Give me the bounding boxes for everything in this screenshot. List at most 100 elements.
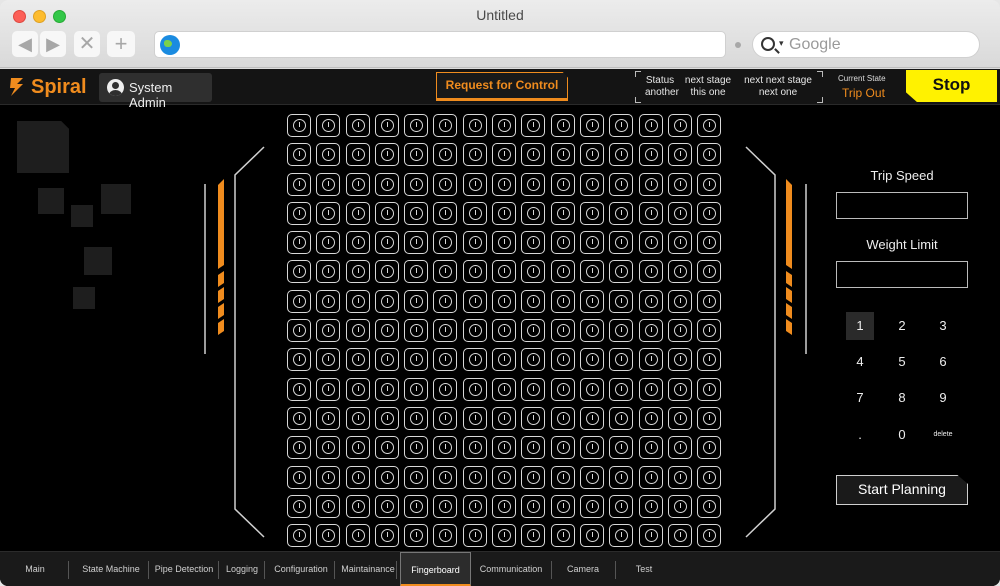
fingerboard-slot[interactable] — [462, 377, 487, 401]
fingerboard-slot[interactable] — [579, 406, 604, 430]
fingerboard-slot[interactable] — [492, 201, 517, 225]
fingerboard-slot[interactable] — [404, 494, 429, 518]
stop-button[interactable]: Stop — [906, 70, 997, 102]
fingerboard-slot[interactable] — [462, 172, 487, 196]
fingerboard-slot[interactable] — [374, 114, 399, 137]
fingerboard-slot[interactable] — [462, 494, 487, 518]
fingerboard-slot[interactable] — [462, 436, 487, 460]
fingerboard-slot[interactable] — [462, 406, 487, 430]
fingerboard-slot[interactable] — [345, 201, 370, 225]
fingerboard-slot[interactable] — [521, 172, 546, 196]
fingerboard-slot[interactable] — [550, 231, 575, 255]
keypad-key[interactable]: 6 — [929, 348, 957, 376]
fingerboard-slot[interactable] — [345, 465, 370, 489]
fingerboard-slot[interactable] — [316, 319, 341, 343]
fingerboard-slot[interactable] — [609, 114, 634, 137]
fingerboard-slot[interactable] — [345, 406, 370, 430]
fingerboard-slot[interactable] — [697, 289, 722, 313]
fingerboard-slot[interactable] — [287, 377, 311, 401]
fingerboard-slot[interactable] — [374, 494, 399, 518]
forward-button[interactable]: ▶ — [40, 31, 66, 57]
fingerboard-slot[interactable] — [345, 231, 370, 255]
address-bar[interactable] — [154, 31, 726, 58]
fingerboard-slot[interactable] — [287, 406, 311, 430]
fingerboard-slot[interactable] — [404, 172, 429, 196]
fingerboard-slot[interactable] — [550, 436, 575, 460]
fingerboard-slot[interactable] — [345, 319, 370, 343]
weight-limit-input[interactable] — [836, 261, 968, 288]
new-tab-button[interactable]: + — [107, 31, 135, 57]
fingerboard-slot[interactable] — [492, 260, 517, 284]
fingerboard-slot[interactable] — [521, 289, 546, 313]
fingerboard-slot[interactable] — [345, 114, 370, 137]
tab-configuration[interactable]: Configuration — [266, 552, 336, 586]
fingerboard-slot[interactable] — [433, 231, 458, 255]
tab-maintainance[interactable]: Maintainance — [338, 552, 398, 586]
fingerboard-slot[interactable] — [404, 348, 429, 372]
keypad-key[interactable]: 0 — [888, 421, 916, 449]
fingerboard-slot[interactable] — [521, 406, 546, 430]
fingerboard-slot[interactable] — [374, 289, 399, 313]
fingerboard-slot[interactable] — [316, 465, 341, 489]
tab-camera[interactable]: Camera — [553, 552, 613, 586]
fingerboard-slot[interactable] — [492, 524, 517, 548]
fingerboard-slot[interactable] — [609, 231, 634, 255]
fingerboard-slot[interactable] — [638, 143, 663, 167]
fingerboard-slot[interactable] — [404, 465, 429, 489]
fingerboard-slot[interactable] — [462, 260, 487, 284]
request-control-button[interactable]: Request for Control — [436, 72, 568, 101]
fingerboard-slot[interactable] — [697, 465, 722, 489]
fingerboard-slot[interactable] — [374, 377, 399, 401]
fingerboard-slot[interactable] — [492, 406, 517, 430]
fingerboard-slot[interactable] — [374, 201, 399, 225]
fingerboard-slot[interactable] — [579, 114, 604, 137]
fingerboard-slot[interactable] — [579, 524, 604, 548]
fingerboard-slot[interactable] — [492, 377, 517, 401]
trip-speed-input[interactable] — [836, 192, 968, 219]
tab-pipe-detection[interactable]: Pipe Detection — [150, 552, 218, 586]
fingerboard-slot[interactable] — [404, 377, 429, 401]
fingerboard-slot[interactable] — [404, 319, 429, 343]
fingerboard-slot[interactable] — [492, 319, 517, 343]
back-button[interactable]: ◀ — [12, 31, 38, 57]
fingerboard-slot[interactable] — [638, 231, 663, 255]
fingerboard-slot[interactable] — [667, 143, 692, 167]
fingerboard-slot[interactable] — [521, 436, 546, 460]
fingerboard-slot[interactable] — [462, 201, 487, 225]
fingerboard-slot[interactable] — [492, 436, 517, 460]
tab-logging[interactable]: Logging — [220, 552, 264, 586]
fingerboard-slot[interactable] — [374, 524, 399, 548]
fingerboard-slot[interactable] — [316, 231, 341, 255]
fingerboard-slot[interactable] — [667, 436, 692, 460]
fingerboard-slot[interactable] — [492, 231, 517, 255]
fingerboard-slot[interactable] — [345, 348, 370, 372]
fingerboard-slot[interactable] — [462, 348, 487, 372]
fingerboard-slot[interactable] — [638, 494, 663, 518]
fingerboard-slot[interactable] — [404, 231, 429, 255]
fingerboard-slot[interactable] — [521, 524, 546, 548]
fingerboard-slot[interactable] — [667, 377, 692, 401]
start-planning-button[interactable]: Start Planning — [836, 475, 968, 505]
fingerboard-slot[interactable] — [433, 319, 458, 343]
keypad-key[interactable]: 5 — [888, 348, 916, 376]
fingerboard-slot[interactable] — [521, 260, 546, 284]
fingerboard-slot[interactable] — [550, 172, 575, 196]
fingerboard-slot[interactable] — [667, 406, 692, 430]
fingerboard-slot[interactable] — [287, 436, 311, 460]
fingerboard-slot[interactable] — [609, 465, 634, 489]
fingerboard-slot[interactable] — [287, 348, 311, 372]
fingerboard-slot[interactable] — [521, 201, 546, 225]
fingerboard-slot[interactable] — [316, 172, 341, 196]
tab-test[interactable]: Test — [616, 552, 672, 586]
fingerboard-slot[interactable] — [667, 494, 692, 518]
fingerboard-slot[interactable] — [667, 319, 692, 343]
fingerboard-slot[interactable] — [609, 172, 634, 196]
fingerboard-slot[interactable] — [345, 494, 370, 518]
keypad-key[interactable]: 2 — [888, 312, 916, 340]
fingerboard-slot[interactable] — [579, 348, 604, 372]
fingerboard-slot[interactable] — [638, 348, 663, 372]
fingerboard-slot[interactable] — [667, 289, 692, 313]
fingerboard-slot[interactable] — [521, 348, 546, 372]
tab-communication[interactable]: Communication — [471, 552, 551, 586]
fingerboard-slot[interactable] — [345, 436, 370, 460]
